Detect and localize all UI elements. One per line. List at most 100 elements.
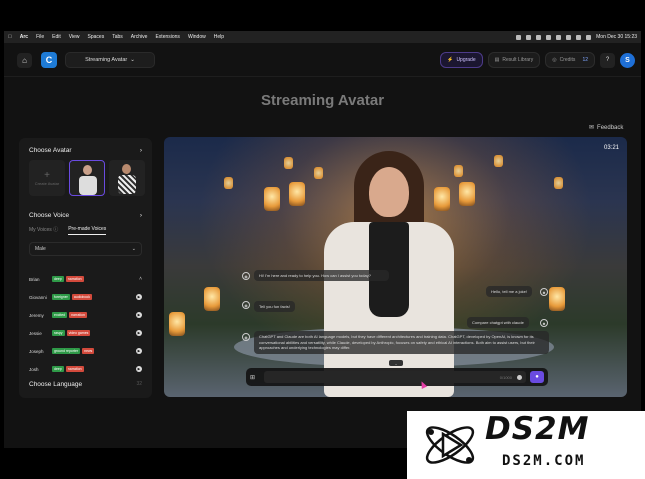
app-logo[interactable]: C xyxy=(41,52,57,68)
menubar-clock[interactable]: Mon Dec 30 15:23 xyxy=(596,34,637,40)
menu-help[interactable]: Help xyxy=(214,34,224,40)
voice-tag: deep xyxy=(52,276,64,282)
chat-input[interactable]: 0/1000 xyxy=(264,371,526,383)
menu-view[interactable]: View xyxy=(69,34,80,40)
credits-button[interactable]: ◎ Credits 12 xyxy=(545,52,595,68)
tray-icon[interactable] xyxy=(556,34,562,40)
avatar-card[interactable] xyxy=(109,160,145,196)
avatar-video[interactable]: 03:21 ◉ Hi! I'm here and ready to help y… xyxy=(164,137,627,397)
gender-select[interactable]: Male ⌄ xyxy=(29,242,142,256)
user-avatar[interactable]: S xyxy=(620,52,635,68)
upgrade-button[interactable]: ⚡ Upgrade xyxy=(440,52,483,68)
string-light xyxy=(314,167,323,179)
avatar-card-selected[interactable] xyxy=(69,160,105,196)
create-avatar-card[interactable]: + Create Avatar xyxy=(29,160,65,196)
tab-my-voices[interactable]: My Voices ⓘ xyxy=(29,226,58,235)
tray-icon[interactable] xyxy=(566,34,572,40)
string-light xyxy=(224,177,233,189)
voice-item[interactable]: Jeremy excited narration ▶ xyxy=(29,306,142,324)
apple-icon[interactable]:  xyxy=(8,34,12,40)
wifi-icon[interactable] xyxy=(576,34,582,40)
project-selector[interactable]: Streaming Avatar ⌄ xyxy=(65,52,155,68)
string-light xyxy=(494,155,503,167)
chat-input-bar: ⊞ 0/1000 ● xyxy=(246,368,548,386)
lantern xyxy=(434,187,450,211)
choose-voice-header[interactable]: Choose Voice › xyxy=(29,212,142,219)
menu-arc[interactable]: Arc xyxy=(20,34,28,40)
chevron-up-icon[interactable]: ˄ xyxy=(139,276,142,282)
voice-item[interactable]: Josh deep narration ▶ xyxy=(29,360,142,378)
voice-tag: video games xyxy=(66,330,91,336)
watermark-title: DS2M xyxy=(485,411,590,447)
library-icon: ▤ xyxy=(494,57,500,63)
chat-message: Tell you fun facts! xyxy=(254,301,295,312)
choose-avatar-header[interactable]: Choose Avatar › xyxy=(29,147,142,154)
send-icon[interactable] xyxy=(517,374,522,380)
battery-icon[interactable] xyxy=(586,34,592,40)
voice-tag: narration xyxy=(65,276,84,282)
menu-window[interactable]: Window xyxy=(188,34,206,40)
play-icon[interactable]: ▶ xyxy=(136,312,142,318)
tray-icon[interactable] xyxy=(516,34,522,40)
voice-tag: narration xyxy=(65,366,84,372)
voice-tag: news xyxy=(82,348,95,354)
avatar-face xyxy=(83,165,92,175)
tray-icon[interactable] xyxy=(526,34,532,40)
voice-item[interactable]: Giovanni foreigner audiobook ▶ xyxy=(29,288,142,306)
menu-file[interactable]: File xyxy=(36,34,44,40)
user-icon: ☻ xyxy=(540,288,548,296)
lantern xyxy=(549,287,565,311)
plus-icon: + xyxy=(44,169,50,181)
app-window: ⌂ C Streaming Avatar ⌄ ⚡ Upgrade ▤ Resul… xyxy=(4,43,641,448)
feedback-button[interactable]: ✉ Feedback xyxy=(589,124,624,132)
voice-tag: excited xyxy=(52,312,68,318)
voice-name: Brian xyxy=(29,276,40,282)
play-icon[interactable]: ▶ xyxy=(136,294,142,300)
menu-archive[interactable]: Archive xyxy=(131,34,148,40)
avatar-figure xyxy=(118,175,136,194)
voice-list: Brian deep narration ˄ Giovanni foreigne… xyxy=(29,270,142,378)
page-title: Streaming Avatar xyxy=(260,92,385,109)
chevron-down-icon: ⌄ xyxy=(131,246,136,252)
tray-icon[interactable] xyxy=(546,34,552,40)
tray-icon[interactable] xyxy=(536,34,542,40)
voice-name: Josh xyxy=(29,366,39,372)
choose-language-header[interactable]: Choose Language 32 xyxy=(29,381,142,388)
settings-panel: Choose Avatar › + Create Avatar Choose V… xyxy=(19,138,152,398)
lantern xyxy=(169,312,185,336)
play-icon[interactable]: ▶ xyxy=(136,348,142,354)
home-button[interactable]: ⌂ xyxy=(17,53,32,68)
voice-item[interactable]: Brian deep narration ˄ xyxy=(29,270,142,288)
play-icon[interactable]: ▶ xyxy=(136,330,142,336)
menu-tabs[interactable]: Tabs xyxy=(112,34,123,40)
voice-tag: narration xyxy=(69,312,87,318)
credits-label: Credits xyxy=(559,57,576,63)
chevron-right-icon: › xyxy=(139,212,142,219)
avatar-face xyxy=(369,167,409,217)
tab-premade-voices[interactable]: Pre-made Voices xyxy=(68,226,107,235)
info-icon: ⓘ xyxy=(53,227,59,233)
topbar: ⌂ C Streaming Avatar ⌄ ⚡ Upgrade ▤ Resul… xyxy=(4,43,641,77)
feedback-label: Feedback xyxy=(597,124,624,131)
watermark-url: DS2M.COM xyxy=(502,453,586,469)
menu-extensions[interactable]: Extensions xyxy=(155,34,179,40)
result-library-button[interactable]: ▤ Result Library xyxy=(487,52,541,68)
attach-icon[interactable]: ⊞ xyxy=(250,374,260,381)
voice-item[interactable]: Joseph ground reporter news ▶ xyxy=(29,342,142,360)
project-name: Streaming Avatar xyxy=(85,57,128,63)
help-button[interactable]: ? xyxy=(600,52,615,68)
mic-button[interactable]: ● xyxy=(530,371,544,383)
voice-item[interactable]: Jessie raspy video games ▶ xyxy=(29,324,142,342)
screen:  Arc File Edit View Spaces Tabs Archive… xyxy=(0,0,645,479)
voice-name: Joseph xyxy=(29,348,44,354)
lantern xyxy=(204,287,220,311)
menu-edit[interactable]: Edit xyxy=(52,34,61,40)
play-icon[interactable]: ▶ xyxy=(136,366,142,372)
choose-voice-label: Choose Voice xyxy=(29,212,70,219)
menu-spaces[interactable]: Spaces xyxy=(88,34,105,40)
lantern xyxy=(264,187,280,211)
voice-tag: foreigner xyxy=(52,294,70,300)
chat-message: Compare chatgpt with claude xyxy=(467,317,529,328)
char-counter: 0/1000 xyxy=(499,374,512,380)
collapse-handle[interactable]: ⌄ xyxy=(389,360,403,366)
